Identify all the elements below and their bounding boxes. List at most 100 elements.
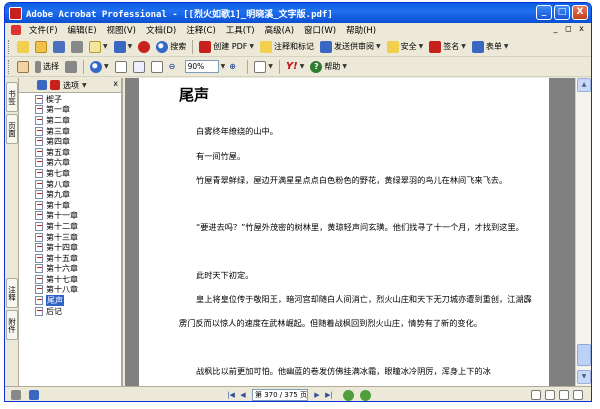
bookmark-item[interactable]: 第十六章 <box>19 264 121 275</box>
chevron-down-icon[interactable]: ▼ <box>82 82 87 89</box>
bookmark-item[interactable]: 第十四章 <box>19 242 121 253</box>
security-button[interactable]: 安全 ▼ <box>385 39 426 55</box>
bookmark-item[interactable]: 第十二章 <box>19 221 121 232</box>
bookmark-item[interactable]: 第十一章 <box>19 211 121 222</box>
help-button[interactable]: ? 帮助 ▼ <box>308 59 349 75</box>
bookmark-item[interactable]: 后记 <box>19 306 121 317</box>
fit-width-button[interactable] <box>149 59 165 75</box>
fit-page-button[interactable] <box>131 59 147 75</box>
bookmark-item[interactable]: 第五章 <box>19 147 121 158</box>
menu-comments[interactable]: 注释(C) <box>182 24 220 36</box>
send-review-button[interactable]: 发送供审阅 ▼ <box>318 39 383 55</box>
search-button[interactable]: 搜索 <box>154 39 188 55</box>
page-layout-icon[interactable] <box>11 390 21 400</box>
scroll-thumb[interactable] <box>577 344 591 366</box>
last-page-button[interactable]: ▶| <box>323 389 335 401</box>
bookmark-item[interactable]: 第四章 <box>19 136 121 147</box>
first-page-button[interactable]: |◀ <box>225 389 237 401</box>
bookmark-item[interactable]: 第十八章 <box>19 285 121 296</box>
email-button[interactable]: ▼ <box>87 39 110 55</box>
document-menu-icon[interactable] <box>11 25 21 35</box>
bookmark-item[interactable]: 第二章 <box>19 115 121 126</box>
rotate-button[interactable]: ▼ <box>252 59 275 75</box>
vertical-scrollbar[interactable]: ▲ ▼ <box>575 78 591 386</box>
panel-close-button[interactable]: x <box>113 79 118 88</box>
doc-close-button[interactable]: x <box>576 24 587 35</box>
bookmark-item[interactable]: 第七章 <box>19 168 121 179</box>
open-button[interactable] <box>33 39 49 55</box>
bookmark-item[interactable]: 第十三章 <box>19 232 121 243</box>
doc-restore-button[interactable]: ◻ <box>563 24 574 35</box>
actual-size-button[interactable] <box>113 59 129 75</box>
menu-document[interactable]: 文档(D) <box>142 24 180 36</box>
doc-minimize-button[interactable]: _ <box>550 24 561 35</box>
bookmark-label: 第十八章 <box>46 285 78 295</box>
bookmark-item[interactable]: 尾声 <box>19 295 121 307</box>
zoom-in-button[interactable]: ⊕ <box>227 59 243 75</box>
bookmark-item[interactable]: 楔子 <box>19 94 121 105</box>
menu-file[interactable]: 文件(F) <box>25 24 62 36</box>
single-page-icon[interactable] <box>531 390 541 400</box>
continuous-facing-icon[interactable] <box>573 390 583 400</box>
menu-tools[interactable]: 工具(T) <box>222 24 259 36</box>
facing-icon[interactable] <box>559 390 569 400</box>
yahoo-button[interactable]: Y! ▼ <box>284 59 306 75</box>
page-number-field[interactable]: 第 370 / 375 页 <box>252 389 308 401</box>
zoom-input[interactable]: 90% <box>184 60 219 73</box>
tab-comments[interactable]: 注释 <box>6 278 18 308</box>
bookmark-item[interactable]: 第十七章 <box>19 274 121 285</box>
document-view[interactable]: 尾声 白雾终年缭绕的山中。 有一间竹屋。 竹屋青翠鲜绿，屋边开满星星点点白色粉色… <box>125 78 575 386</box>
create-button[interactable] <box>15 39 31 55</box>
next-view-icon[interactable] <box>360 389 371 401</box>
toolbar-grip[interactable] <box>8 39 11 54</box>
menu-edit[interactable]: 编辑(E) <box>64 24 101 36</box>
previous-view-icon[interactable] <box>343 389 354 401</box>
bookmark-item[interactable]: 第六章 <box>19 158 121 169</box>
close-button[interactable]: X <box>572 5 588 20</box>
tab-bookmarks[interactable]: 书签 <box>6 82 18 112</box>
maximize-button[interactable]: □ <box>554 5 570 20</box>
bookmark-item[interactable]: 第九章 <box>19 189 121 200</box>
bookmark-item[interactable]: 第一章 <box>19 105 121 116</box>
menu-help[interactable]: 帮助(H) <box>342 24 380 36</box>
zoom-icon <box>90 60 102 73</box>
toolbar-separator <box>278 59 280 74</box>
forms-button[interactable]: 表单 ▼ <box>470 39 511 55</box>
tab-pages[interactable]: 页面 <box>6 114 18 144</box>
hand-tool-button[interactable] <box>15 59 31 75</box>
minimize-button[interactable]: _ <box>536 5 552 20</box>
bookmark-item[interactable]: 第十五章 <box>19 253 121 264</box>
scroll-down-button[interactable]: ▼ <box>577 370 591 384</box>
continuous-icon[interactable] <box>545 390 555 400</box>
menu-view[interactable]: 视图(V) <box>103 24 140 36</box>
comment-markup-button[interactable]: 注释和标记 <box>258 39 316 55</box>
save-button[interactable] <box>51 39 67 55</box>
next-page-button[interactable]: ▶ <box>311 389 323 401</box>
create-pdf-button[interactable]: 创建 PDF ▼ <box>197 39 256 55</box>
zoom-out-button[interactable]: ⊖ <box>167 59 183 75</box>
select-tool-button[interactable]: 选择 <box>33 59 61 75</box>
stop-button[interactable] <box>136 39 152 55</box>
bookmark-item[interactable]: 第十章 <box>19 200 121 211</box>
snapshot-button[interactable] <box>63 59 79 75</box>
previous-page-button[interactable]: ◀ <box>237 389 249 401</box>
bookmark-item[interactable]: 第三章 <box>19 126 121 137</box>
bookmark-item[interactable]: 第八章 <box>19 179 121 190</box>
sign-button[interactable]: 签名 ▼ <box>427 39 468 55</box>
options-menu[interactable]: 选项 <box>63 80 79 91</box>
menu-advanced[interactable]: 高级(A) <box>261 24 298 36</box>
scroll-up-button[interactable]: ▲ <box>577 78 591 92</box>
zoom-dropdown-icon[interactable]: ▼ <box>221 63 226 70</box>
link-button[interactable]: ▼ <box>112 39 135 55</box>
tab-attachments[interactable]: 附件 <box>6 310 18 340</box>
print-button[interactable] <box>69 39 85 55</box>
toolbar-grip[interactable] <box>8 59 11 74</box>
bookmark-tool-icon[interactable] <box>37 80 47 90</box>
bookmarks-header: 选项 ▼ <box>19 78 121 92</box>
toolbar-separator <box>83 59 84 74</box>
paragraph: 白雾终年缭绕的山中。 <box>196 126 278 136</box>
menu-window[interactable]: 窗口(W) <box>300 24 340 36</box>
document-status-icon[interactable] <box>29 390 39 400</box>
delete-bookmark-icon[interactable] <box>50 80 60 90</box>
zoom-tool-button[interactable]: ▼ <box>88 59 111 75</box>
